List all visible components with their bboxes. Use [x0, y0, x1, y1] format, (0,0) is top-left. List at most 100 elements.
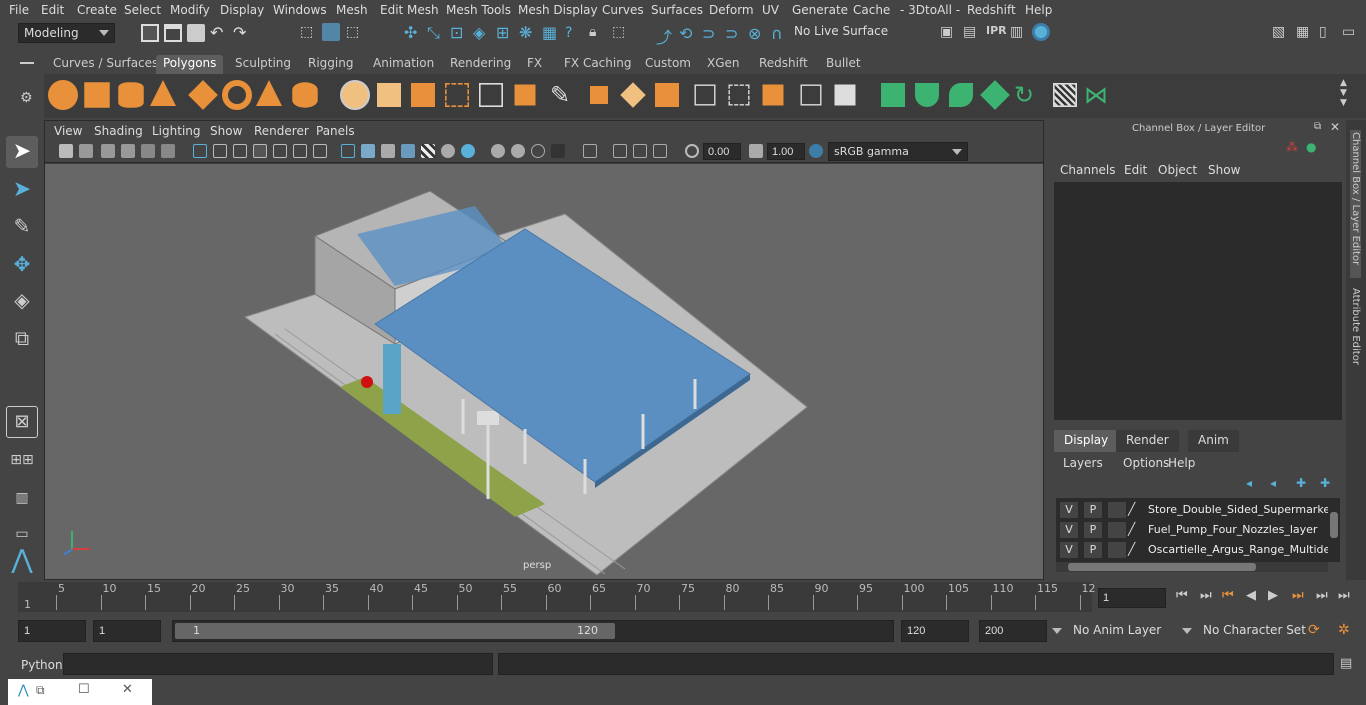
live-surface-label[interactable]: No Live Surface: [794, 24, 888, 38]
playback-end-field[interactable]: [901, 620, 969, 642]
textured-icon[interactable]: [401, 144, 415, 158]
snap-curve-icon[interactable]: ⤡: [427, 24, 445, 42]
sculpt-grab-icon[interactable]: [980, 80, 1010, 110]
exposure-field[interactable]: [703, 143, 741, 160]
restore-icon[interactable]: ⧉: [36, 683, 45, 698]
move-tool-icon[interactable]: ✥: [6, 248, 38, 280]
symmetry-icon[interactable]: ⬚: [612, 24, 630, 42]
paint-select-icon[interactable]: ✎: [6, 210, 38, 242]
preferences-icon[interactable]: ✲: [1338, 622, 1350, 638]
close-window-icon[interactable]: ✕: [122, 682, 133, 697]
tab-rendering[interactable]: Rendering: [443, 55, 518, 74]
tab-anim[interactable]: Anim: [1188, 430, 1239, 452]
time-ruler[interactable]: 1 5 10 15 20 25 30 35 40 45 50 55 60 65 70 75 80 85 90 95 1…: [18, 582, 1096, 612]
menu-edit[interactable]: Edit: [41, 3, 64, 17]
tab-animation[interactable]: Animation: [366, 55, 441, 74]
menu-mesh-tools[interactable]: Mesh Tools: [446, 3, 511, 17]
maximize-icon[interactable]: ☐: [78, 682, 90, 697]
gamma-field[interactable]: [767, 143, 805, 160]
lights-icon[interactable]: [421, 144, 435, 158]
select-hierarchy-icon[interactable]: ⬚: [300, 24, 318, 42]
new-scene-icon[interactable]: [141, 24, 159, 42]
cb-menu-show[interactable]: Show: [1208, 163, 1240, 177]
snap-live-icon[interactable]: ▦: [542, 24, 560, 42]
magnet2-icon[interactable]: ⊃: [725, 24, 743, 43]
menu-cache[interactable]: Cache: [853, 3, 890, 17]
bridge-icon[interactable]: [514, 84, 536, 106]
layer-name[interactable]: Store_Double_Sided_Supermarket_: [1148, 503, 1328, 516]
image-plane-icon[interactable]: [121, 144, 135, 158]
workspace-icon[interactable]: ▧: [1272, 24, 1290, 42]
auto-key-icon[interactable]: ⟳: [1308, 622, 1320, 638]
rotate-tool-icon[interactable]: ◈: [6, 284, 38, 316]
select-component-icon[interactable]: ⬚: [346, 24, 364, 42]
wireframe-shade-icon[interactable]: [341, 144, 355, 158]
bookmark-icon[interactable]: [101, 144, 115, 158]
menu-file[interactable]: File: [9, 3, 29, 17]
menu-mesh[interactable]: Mesh: [336, 3, 368, 17]
lock-icon[interactable]: 🔒︎: [589, 24, 607, 42]
layer-visibility-toggle[interactable]: V: [1060, 542, 1078, 558]
redo-icon[interactable]: ↷: [233, 24, 251, 42]
scene-start-field[interactable]: [18, 620, 86, 642]
poly-plane-icon[interactable]: [188, 80, 218, 110]
target-weld-icon[interactable]: [620, 82, 646, 108]
layer-visibility-toggle[interactable]: V: [1060, 502, 1078, 518]
cb-menu-edit[interactable]: Edit: [1124, 163, 1147, 177]
sculpt-pinch-icon[interactable]: ↻: [1014, 80, 1044, 110]
snap-point-icon[interactable]: ⊡: [450, 24, 468, 42]
prev-key-icon[interactable]: ⏮: [1222, 588, 1234, 603]
panel-menu-renderer[interactable]: Renderer: [254, 124, 309, 138]
menu-uv[interactable]: UV: [762, 3, 779, 17]
mode-dropdown[interactable]: Modeling: [18, 23, 115, 43]
menu-surfaces[interactable]: Surfaces: [651, 3, 703, 17]
ipr-icon[interactable]: IPR: [986, 24, 1007, 42]
menu-windows[interactable]: Windows: [273, 3, 327, 17]
last-tool-icon[interactable]: ⊠: [6, 406, 38, 438]
magnet3-icon[interactable]: ⊗: [748, 24, 766, 43]
panel-menu-show[interactable]: Show: [210, 124, 242, 138]
scale-tool-icon[interactable]: ⧉: [6, 322, 38, 354]
xray-active-icon[interactable]: [633, 144, 647, 158]
script-editor-icon[interactable]: ▤: [1340, 656, 1352, 671]
color-management-icon[interactable]: [809, 144, 823, 158]
new-layer-selected-icon[interactable]: ✚: [1320, 476, 1330, 490]
current-frame-field[interactable]: [1098, 588, 1166, 608]
tab-redshift[interactable]: Redshift: [752, 55, 815, 74]
tab-sculpting[interactable]: Sculpting: [228, 55, 298, 74]
antialias-icon[interactable]: [511, 144, 525, 158]
menu-help[interactable]: Help: [1025, 3, 1052, 17]
tab-rigging[interactable]: Rigging: [301, 55, 360, 74]
save-scene-icon[interactable]: [187, 24, 205, 42]
menu-create[interactable]: Create: [77, 3, 117, 17]
character-set-dropdown[interactable]: No Character Set: [1178, 621, 1306, 643]
tab-polygons[interactable]: Polygons: [156, 55, 224, 74]
le-menu-options[interactable]: Options: [1123, 456, 1169, 470]
play-forward-icon[interactable]: ▶: [1268, 588, 1278, 603]
unfold-icon[interactable]: [834, 84, 856, 106]
poly-pipe-icon[interactable]: [292, 82, 318, 108]
le-menu-help[interactable]: Help: [1168, 456, 1195, 470]
poly-pyramid-icon[interactable]: [256, 80, 282, 106]
magnet4-icon[interactable]: ∩: [771, 24, 789, 43]
lasso-icon[interactable]: ⟲: [679, 24, 697, 43]
layer-playback-toggle[interactable]: P: [1084, 522, 1102, 538]
layer-color-icon[interactable]: ╱: [1128, 522, 1135, 536]
render-icon[interactable]: ▤: [963, 24, 981, 42]
close-icon[interactable]: ✕: [1330, 120, 1340, 134]
tab-curves-surfaces[interactable]: Curves / Surfaces: [46, 55, 165, 74]
go-to-start-icon[interactable]: ⏮: [1176, 588, 1188, 603]
tab-render[interactable]: Render: [1116, 430, 1179, 452]
menu-select[interactable]: Select: [124, 3, 161, 17]
layer-type-toggle[interactable]: [1108, 502, 1126, 518]
menu-mesh-display[interactable]: Mesh Display: [518, 3, 598, 17]
step-back-icon[interactable]: ⏭: [1200, 588, 1212, 603]
sculpt-smooth-icon[interactable]: [915, 83, 939, 107]
multi-cut-icon[interactable]: ✎: [550, 80, 580, 110]
layer-scrollbar[interactable]: [1330, 512, 1338, 538]
key-icon[interactable]: ⁂: [1286, 140, 1298, 154]
smooth-shade-icon[interactable]: [361, 144, 375, 158]
wireframe-icon[interactable]: [193, 144, 207, 158]
range-slider[interactable]: 1 120: [172, 620, 894, 642]
next-key-icon[interactable]: ⏭: [1292, 588, 1304, 603]
